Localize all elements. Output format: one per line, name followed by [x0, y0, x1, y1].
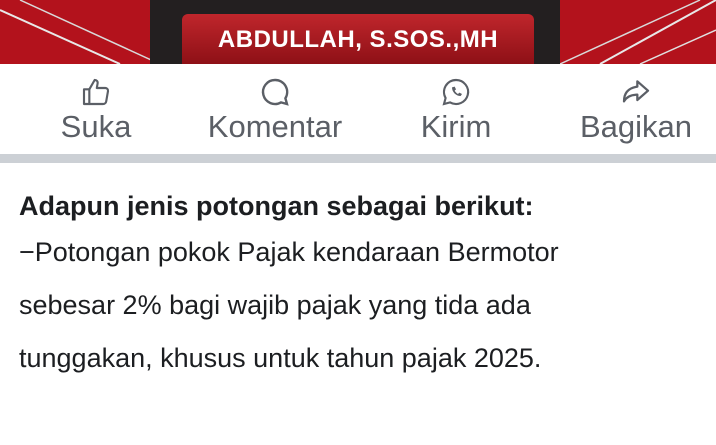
section-divider [0, 154, 716, 163]
post-image-banner[interactable]: ABDULLAH, S.SOS.,MH [0, 0, 716, 64]
share-arrow-icon [622, 80, 650, 103]
comment-button[interactable]: Komentar [190, 76, 360, 146]
post-line: tunggakan, khusus untuk tahun pajak 2025… [19, 343, 542, 373]
thumbs-up-icon [82, 78, 110, 106]
comment-bubble-icon [261, 78, 289, 106]
share-button[interactable]: Bagikan [568, 76, 704, 146]
whatsapp-icon [442, 78, 470, 106]
post-action-bar: Suka Komentar Kirim Bagikan [0, 64, 716, 154]
like-label: Suka [60, 109, 132, 144]
send-button[interactable]: Kirim [406, 76, 506, 146]
post-line: −Potongan pokok Pajak kendaraan Bermotor [19, 237, 559, 267]
like-button[interactable]: Suka [46, 76, 146, 146]
comment-label: Komentar [207, 109, 343, 144]
share-label: Bagikan [579, 109, 693, 144]
name-plate: ABDULLAH, S.SOS.,MH [182, 14, 534, 64]
post-line: sebesar 2% bagi wajib pajak yang tida ad… [19, 290, 531, 320]
post-text: Adapun jenis potongan sebagai berikut: −… [19, 186, 709, 385]
post-heading: Adapun jenis potongan sebagai berikut: [19, 191, 534, 221]
send-label: Kirim [420, 109, 492, 144]
